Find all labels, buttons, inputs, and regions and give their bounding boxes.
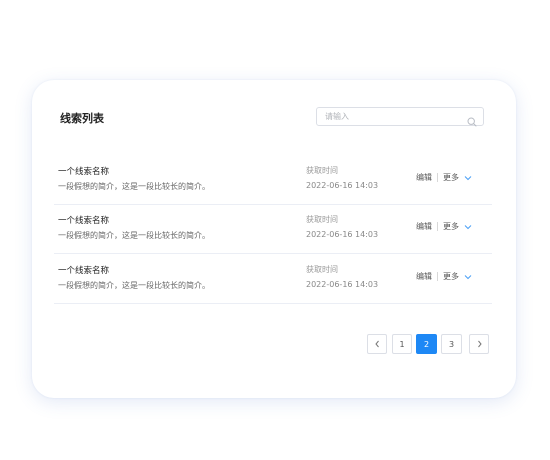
time-label: 获取时间 (306, 215, 338, 224)
lead-name: 一个线索名称 (58, 266, 110, 276)
row-actions: 编辑 更多 (416, 172, 472, 183)
chevron-down-icon (464, 224, 472, 229)
more-label: 更多 (443, 173, 459, 182)
row-actions: 编辑 更多 (416, 221, 472, 232)
time-value: 2022-06-16 14:03 (306, 280, 379, 289)
more-label: 更多 (443, 272, 459, 281)
edit-link[interactable]: 编辑 (416, 172, 432, 183)
list-item: 一个线索名称 一段假想的简介，这是一段比较长的简介。 获取时间 2022-06-… (54, 155, 492, 205)
chevron-right-icon (477, 340, 482, 348)
list-item: 一个线索名称 一段假想的简介，这是一段比较长的简介。 获取时间 2022-06-… (54, 204, 492, 254)
more-label: 更多 (443, 222, 459, 231)
edit-link[interactable]: 编辑 (416, 271, 432, 282)
list-item: 一个线索名称 一段假想的简介，这是一段比较长的简介。 获取时间 2022-06-… (54, 254, 492, 304)
action-divider (437, 173, 438, 182)
lead-description: 一段假想的简介，这是一段比较长的简介。 (58, 281, 210, 290)
chevron-left-icon (374, 340, 379, 348)
lead-name: 一个线索名称 (58, 216, 110, 226)
time-label: 获取时间 (306, 166, 338, 175)
chevron-down-icon (464, 274, 472, 279)
lead-list-card: 线索列表 一个线索名称 一段假想的简介，这是一段比较长的简介。 获取时间 202… (32, 80, 516, 398)
page-button-current[interactable]: 2 (416, 334, 437, 354)
lead-name: 一个线索名称 (58, 167, 110, 177)
lead-description: 一段假想的简介，这是一段比较长的简介。 (58, 231, 210, 240)
time-label: 获取时间 (306, 265, 338, 274)
action-divider (437, 272, 438, 281)
next-page-button[interactable] (469, 334, 489, 354)
page-button[interactable]: 3 (441, 334, 462, 354)
more-dropdown[interactable]: 更多 (443, 221, 472, 232)
more-dropdown[interactable]: 更多 (443, 271, 472, 282)
lead-description: 一段假想的简介，这是一段比较长的简介。 (58, 182, 210, 191)
time-value: 2022-06-16 14:03 (306, 181, 379, 190)
edit-link[interactable]: 编辑 (416, 221, 432, 232)
row-actions: 编辑 更多 (416, 271, 472, 282)
card-title: 线索列表 (60, 112, 104, 125)
search-box[interactable] (316, 107, 484, 127)
prev-page-button[interactable] (367, 334, 387, 354)
chevron-down-icon (464, 175, 472, 180)
search-input[interactable] (317, 108, 465, 125)
page-button[interactable]: 1 (392, 334, 412, 354)
more-dropdown[interactable]: 更多 (443, 172, 472, 183)
time-value: 2022-06-16 14:03 (306, 230, 379, 239)
action-divider (437, 222, 438, 231)
search-icon[interactable] (467, 112, 477, 127)
